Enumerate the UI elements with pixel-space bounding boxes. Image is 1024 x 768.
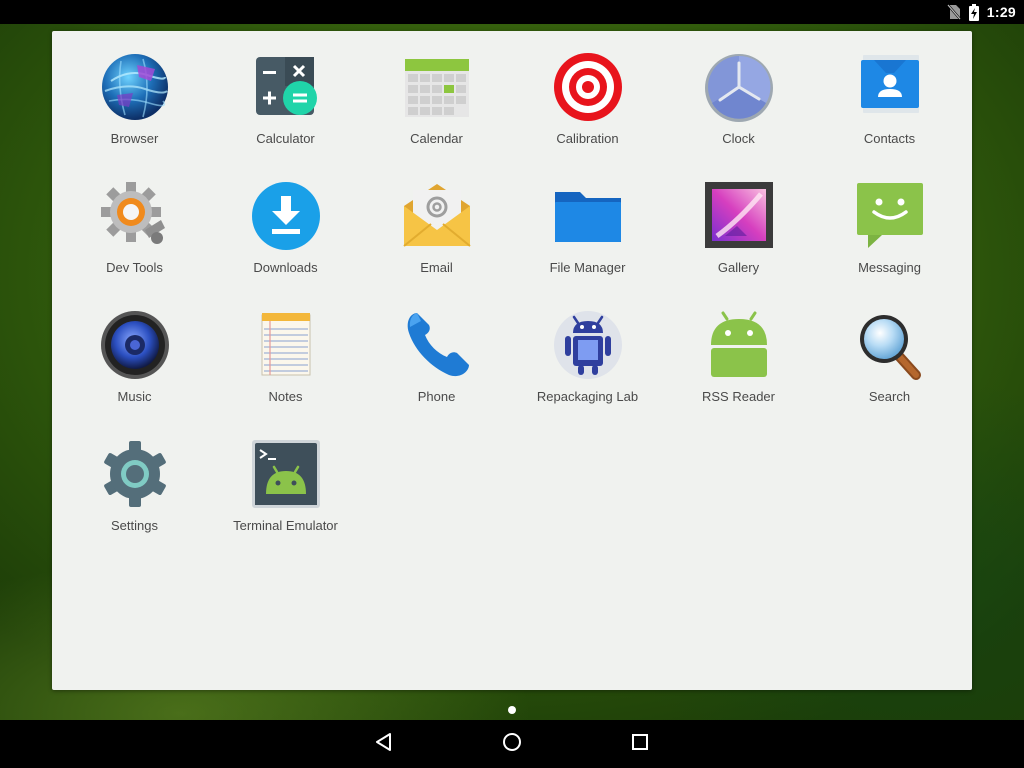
app-calendar[interactable]: Calendar xyxy=(361,51,512,180)
email-envelope-icon xyxy=(401,180,473,252)
battery-charging-icon xyxy=(968,3,979,21)
gallery-picture-icon xyxy=(703,180,775,252)
app-dev-tools[interactable]: Dev Tools xyxy=(59,180,210,309)
app-label: Notes xyxy=(268,389,303,404)
app-label: Calculator xyxy=(256,131,315,146)
repackaging-lab-icon xyxy=(552,309,624,381)
search-magnifier-icon xyxy=(854,309,926,381)
app-email[interactable]: Email xyxy=(361,180,512,309)
downloads-icon xyxy=(250,180,322,252)
app-clock[interactable]: Clock xyxy=(663,51,814,180)
app-messaging[interactable]: Messaging xyxy=(814,180,965,309)
settings-gear-icon xyxy=(99,438,171,510)
app-notes[interactable]: Notes xyxy=(210,309,361,438)
app-label: Terminal Emulator xyxy=(233,518,338,533)
messaging-bubble-icon xyxy=(854,180,926,252)
app-downloads[interactable]: Downloads xyxy=(210,180,361,309)
browser-globe-icon xyxy=(99,51,171,123)
app-file-manager[interactable]: File Manager xyxy=(512,180,663,309)
app-label: Phone xyxy=(417,389,456,404)
no-sim-icon xyxy=(946,4,961,20)
app-grid: Browser Calculator Calendar Calibration … xyxy=(59,51,965,567)
page-indicator-dot xyxy=(508,706,516,714)
home-icon xyxy=(502,732,522,757)
app-terminal-emulator[interactable]: Terminal Emulator xyxy=(210,438,361,567)
notes-notepad-icon xyxy=(250,309,322,381)
app-label: Repackaging Lab xyxy=(536,389,639,404)
app-label: Messaging xyxy=(858,260,921,275)
home-button[interactable] xyxy=(496,728,528,760)
recents-button[interactable] xyxy=(624,728,656,760)
app-gallery[interactable]: Gallery xyxy=(663,180,814,309)
app-rss-reader[interactable]: RSS Reader xyxy=(663,309,814,438)
app-label: Clock xyxy=(722,131,755,146)
app-label: RSS Reader xyxy=(702,389,775,404)
back-icon xyxy=(374,732,394,757)
app-label: Settings xyxy=(111,518,158,533)
app-settings[interactable]: Settings xyxy=(59,438,210,567)
app-label: Browser xyxy=(110,131,159,146)
navigation-bar xyxy=(0,720,1024,768)
calculator-icon xyxy=(250,51,322,123)
contacts-icon xyxy=(854,51,926,123)
app-repackaging-lab[interactable]: Repackaging Lab xyxy=(512,309,663,438)
app-contacts[interactable]: Contacts xyxy=(814,51,965,180)
phone-handset-icon xyxy=(401,309,473,381)
app-label: File Manager xyxy=(549,260,626,275)
app-calculator[interactable]: Calculator xyxy=(210,51,361,180)
app-phone[interactable]: Phone xyxy=(361,309,512,438)
clock-icon xyxy=(703,51,775,123)
calibration-target-icon xyxy=(552,51,624,123)
app-label: Downloads xyxy=(253,260,318,275)
recents-icon xyxy=(631,733,649,756)
app-label: Email xyxy=(420,260,453,275)
app-search[interactable]: Search xyxy=(814,309,965,438)
dev-tools-gear-icon xyxy=(99,180,171,252)
back-button[interactable] xyxy=(368,728,400,760)
app-browser[interactable]: Browser xyxy=(59,51,210,180)
terminal-emulator-icon xyxy=(250,438,322,510)
app-label: Dev Tools xyxy=(106,260,163,275)
app-calibration[interactable]: Calibration xyxy=(512,51,663,180)
app-label: Gallery xyxy=(717,260,760,275)
app-label: Search xyxy=(868,389,911,404)
app-music[interactable]: Music xyxy=(59,309,210,438)
app-label: Music xyxy=(117,389,152,404)
rss-reader-android-icon xyxy=(703,309,775,381)
music-speaker-icon xyxy=(99,309,171,381)
folder-icon xyxy=(552,180,624,252)
app-label: Calibration xyxy=(556,131,619,146)
app-label: Calendar xyxy=(410,131,463,146)
calendar-icon xyxy=(401,51,473,123)
status-clock: 1:29 xyxy=(986,4,1016,20)
app-label: Contacts xyxy=(863,131,916,146)
app-drawer: Browser Calculator Calendar Calibration … xyxy=(52,31,972,690)
status-bar: 1:29 xyxy=(0,0,1024,24)
